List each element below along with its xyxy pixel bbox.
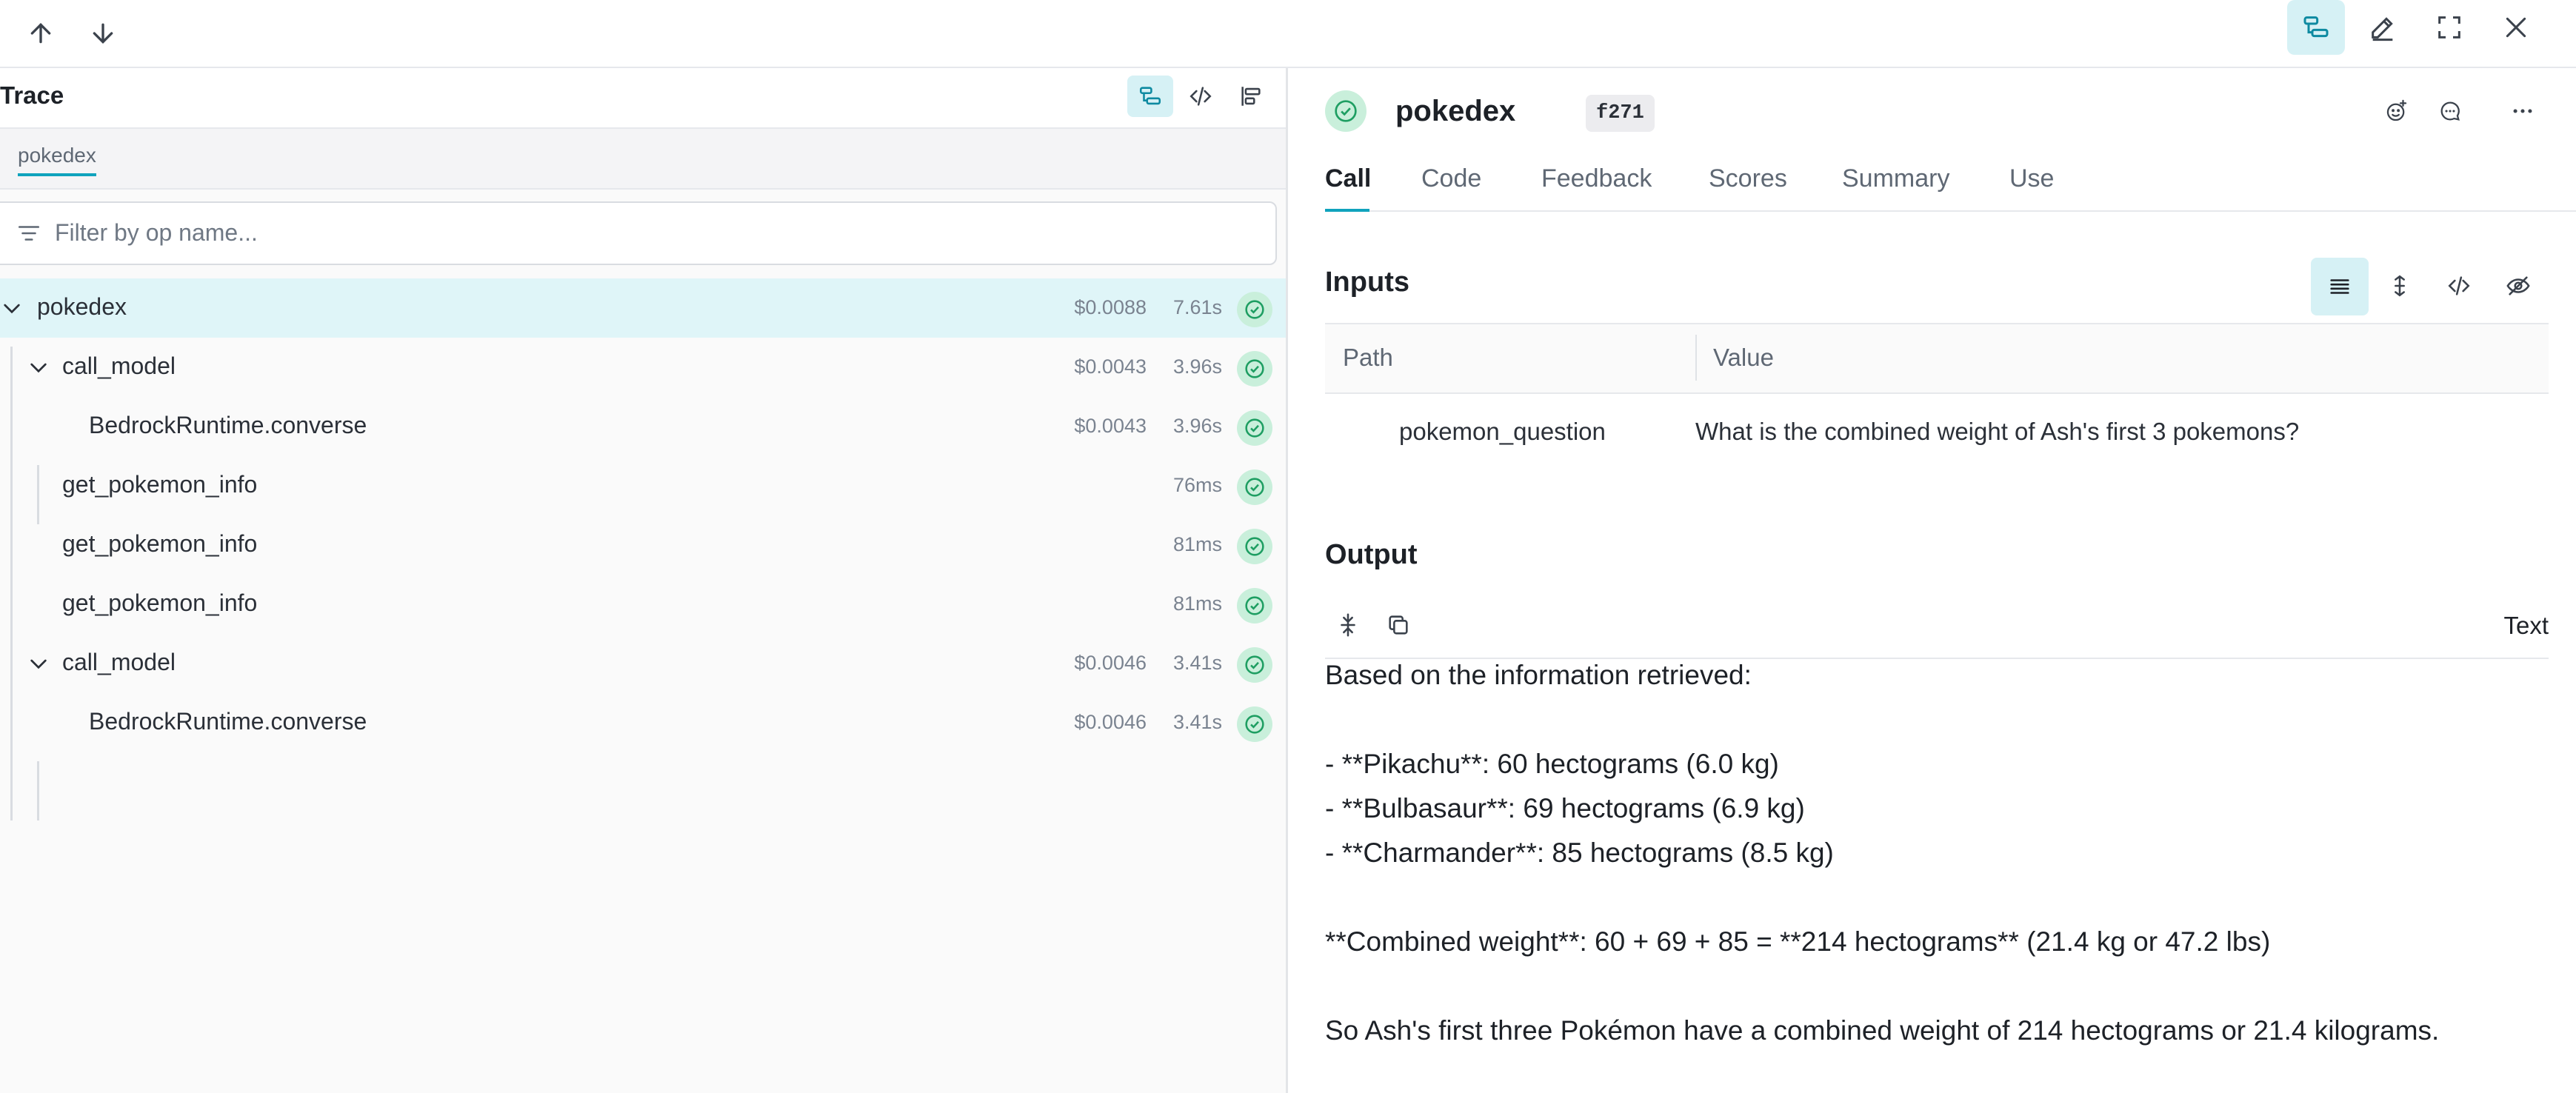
tab-pokedex[interactable]: pokedex — [18, 144, 96, 176]
trace-row-cost: $0.0046 — [1074, 652, 1147, 674]
column-divider — [1695, 335, 1697, 381]
top-bar — [0, 0, 2576, 68]
chevron-down-icon[interactable] — [0, 296, 24, 320]
trace-row[interactable]: BedrockRuntime.converse $0.0046 3.41s — [0, 693, 1286, 752]
trace-tabstrip: pokedex — [0, 129, 1286, 190]
emoji-add-icon[interactable] — [2374, 90, 2420, 132]
trace-title: Trace — [0, 81, 64, 109]
close-icon[interactable] — [2487, 0, 2545, 55]
success-check-icon — [1237, 351, 1272, 387]
success-check-icon — [1237, 469, 1272, 505]
fullscreen-icon[interactable] — [2420, 0, 2478, 55]
timeline-icon[interactable] — [1228, 76, 1274, 117]
comment-icon[interactable] — [2427, 90, 2473, 132]
tab-feedback[interactable]: Feedback — [1541, 164, 1652, 193]
tab-scores[interactable]: Scores — [1709, 164, 1787, 193]
trace-row-name: call_model — [62, 649, 176, 675]
trace-tree-icon[interactable] — [2287, 0, 2345, 55]
success-check-icon — [1237, 410, 1272, 446]
trace-row-cost: $0.0046 — [1074, 711, 1147, 733]
output-toolbar: Text — [1325, 594, 2549, 659]
success-check-icon — [1237, 647, 1272, 683]
list-view-icon[interactable] — [2311, 258, 2369, 315]
column-header-value[interactable]: Value — [1713, 344, 1774, 372]
trace-row[interactable]: get_pokemon_info 76ms — [0, 456, 1286, 515]
trace-header: Trace — [0, 68, 1286, 129]
chevron-down-icon[interactable] — [27, 652, 50, 675]
trace-row-duration: 76ms — [1172, 474, 1222, 496]
trace-row[interactable]: call_model $0.0043 3.96s — [0, 338, 1286, 397]
success-check-icon — [1237, 706, 1272, 742]
trace-row-duration: 3.96s — [1172, 415, 1222, 437]
inputs-table-header: Path Value — [1325, 323, 2549, 394]
trace-row-duration: 7.61s — [1172, 296, 1222, 318]
trace-row[interactable]: get_pokemon_info 81ms — [0, 575, 1286, 634]
trace-row-cost: $0.0043 — [1074, 355, 1147, 378]
tab-use[interactable]: Use — [2009, 164, 2054, 193]
trace-row-duration: 81ms — [1172, 533, 1222, 555]
trace-row-duration: 3.41s — [1172, 711, 1222, 733]
input-value-cell: What is the combined weight of Ash's fir… — [1695, 418, 2300, 445]
code-icon[interactable] — [2436, 265, 2482, 307]
hide-icon[interactable] — [2495, 265, 2541, 307]
tab-summary[interactable]: Summary — [1842, 164, 1949, 193]
code-icon[interactable] — [1178, 76, 1224, 117]
trace-row-duration: 81ms — [1172, 592, 1222, 615]
tab-code[interactable]: Code — [1421, 164, 1481, 193]
trace-row-duration: 3.41s — [1172, 652, 1222, 674]
filter-icon — [18, 226, 40, 241]
inputs-title: Inputs — [1325, 267, 1409, 298]
trace-row-duration: 3.96s — [1172, 355, 1222, 378]
arrow-down-icon[interactable] — [74, 6, 132, 61]
output-text: Based on the information retrieved: - **… — [1325, 660, 2440, 1046]
copy-icon[interactable] — [1375, 604, 1421, 646]
input-path-cell: pokemon_question — [1399, 418, 1606, 445]
trace-row-cost: $0.0043 — [1074, 415, 1147, 437]
trace-tree-icon[interactable] — [1127, 76, 1173, 117]
tab-divider — [1325, 210, 2576, 212]
tree-guide-line — [37, 761, 39, 820]
output-format-select[interactable]: Text — [2503, 612, 2549, 640]
call-panel: pokedex f271 Call Code Feedback Scores S… — [1288, 68, 2576, 1093]
trace-row-name: BedrockRuntime.converse — [89, 708, 367, 735]
trace-row[interactable]: BedrockRuntime.converse $0.0043 3.96s — [0, 397, 1286, 456]
chevron-down-icon[interactable] — [27, 355, 50, 379]
call-id-badge[interactable]: f271 — [1586, 95, 1655, 132]
call-title: pokedex — [1395, 95, 1516, 127]
trace-row-name: call_model — [62, 352, 176, 379]
output-title: Output — [1325, 539, 1418, 570]
trace-panel: Trace pokedex pokedex $0.0088 7.61s call… — [0, 68, 1288, 1093]
more-icon[interactable] — [2500, 90, 2546, 132]
trace-row[interactable]: get_pokemon_info 81ms — [0, 515, 1286, 575]
trace-row-cost: $0.0088 — [1074, 296, 1147, 318]
success-check-icon — [1237, 292, 1272, 327]
filter-input[interactable] — [53, 213, 1241, 252]
active-tab-indicator — [1325, 209, 1369, 212]
arrow-up-icon[interactable] — [12, 6, 70, 61]
trace-row-name: pokedex — [37, 293, 127, 320]
pencil-icon[interactable] — [2354, 0, 2412, 55]
column-header-path[interactable]: Path — [1343, 344, 1393, 372]
success-check-icon — [1237, 529, 1272, 564]
trace-row-name: get_pokemon_info — [62, 530, 258, 557]
trace-row-name: get_pokemon_info — [62, 471, 258, 498]
expand-vertical-icon[interactable] — [2377, 265, 2423, 307]
filter-box[interactable] — [0, 201, 1277, 265]
tab-call[interactable]: Call — [1325, 164, 1371, 193]
trace-row[interactable]: call_model $0.0046 3.41s — [0, 634, 1286, 693]
trace-row[interactable]: pokedex $0.0088 7.61s — [0, 278, 1286, 338]
trace-row-name: BedrockRuntime.converse — [89, 412, 367, 438]
collapse-icon[interactable] — [1325, 604, 1371, 646]
trace-row-name: get_pokemon_info — [62, 589, 258, 616]
success-check-icon — [1237, 588, 1272, 624]
success-check-icon — [1325, 90, 1367, 132]
